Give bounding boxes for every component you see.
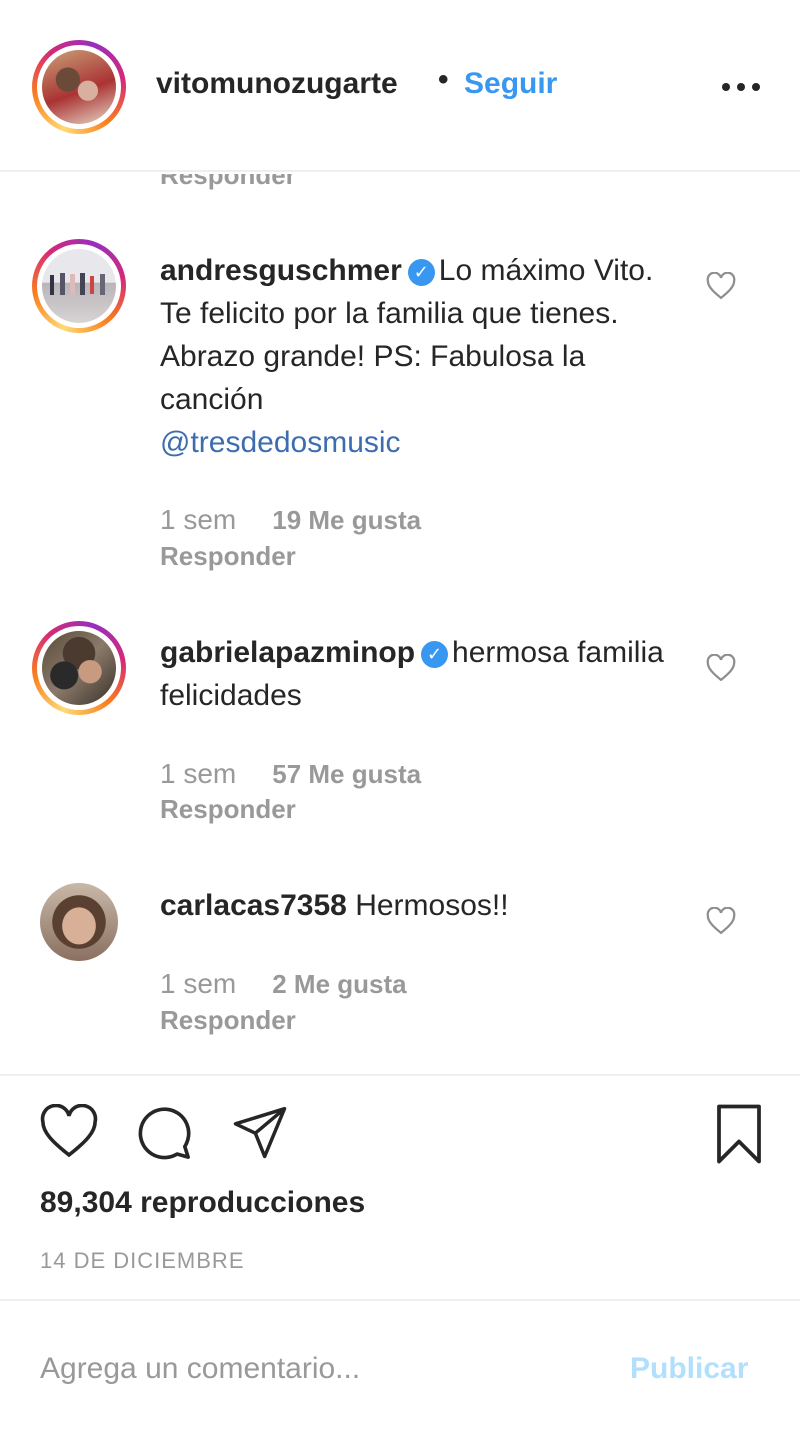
author-username[interactable]: vitomunozugarte [156,67,398,101]
verified-badge-icon: ✓ [407,259,435,286]
comment-time[interactable]: 1 sem [160,504,236,535]
comment-time[interactable]: 1 sem [160,758,236,789]
comment-likes[interactable]: 2 Me gusta [272,969,406,999]
post-date[interactable]: 14 DE DICIEMBRE [40,1248,245,1274]
commenter-username[interactable]: carlacas7358 [160,889,347,922]
commenter-avatar[interactable] [40,883,118,961]
commenter-avatar[interactable] [32,239,126,333]
reply-button[interactable]: Responder [160,794,296,825]
send-icon[interactable] [230,1104,290,1160]
comment-likes[interactable]: 57 Me gusta [272,759,421,789]
comment-likes[interactable]: 19 Me gusta [272,505,421,535]
comment-meta: 1 sem 2 Me gusta [160,968,407,1000]
commenter-username[interactable]: andresguschmer [160,254,402,287]
like-comment-heart-icon[interactable] [706,907,736,935]
comment-text: gabrielapazminop ✓ hermosa familia felicid… [160,631,680,717]
divider [0,1074,800,1076]
bookmark-icon[interactable] [714,1104,764,1164]
commenter-avatar[interactable] [32,621,126,715]
separator-dot: • [438,63,449,96]
reply-button[interactable]: Responder [160,174,296,191]
heart-icon[interactable] [40,1104,98,1160]
publish-button[interactable]: Publicar [630,1352,748,1386]
comment-meta: 1 sem 57 Me gusta [160,758,421,790]
verified-badge-icon: ✓ [421,641,449,668]
reply-button[interactable]: Responder [160,1005,296,1036]
reply-button[interactable]: Responder [160,541,296,572]
comment-input[interactable]: Agrega un comentario... [40,1352,360,1386]
divider [0,1299,800,1301]
more-horizontal-icon[interactable] [718,67,764,103]
comment-icon[interactable] [134,1104,194,1162]
like-comment-heart-icon[interactable] [706,272,736,300]
comment-time[interactable]: 1 sem [160,968,236,999]
views-count[interactable]: 89,304 reproducciones [40,1186,365,1220]
post-header: vitomunozugarte • Seguir [0,0,800,172]
follow-button[interactable]: Seguir [464,67,557,101]
author-avatar[interactable] [32,40,126,134]
comment-meta: 1 sem 19 Me gusta [160,504,421,536]
commenter-username[interactable]: gabrielapazminop [160,636,415,669]
comment-text: carlacas7358 Hermosos!! [160,884,680,927]
comment-text: andresguschmer ✓ Lo máximo Vito. Te felici… [160,249,680,464]
scrolled-reply-clip: Responder [0,174,800,194]
like-comment-heart-icon[interactable] [706,654,736,682]
comment-message: Hermosos!! [355,889,509,922]
mention-link[interactable]: @tresdedosmusic [160,426,401,459]
